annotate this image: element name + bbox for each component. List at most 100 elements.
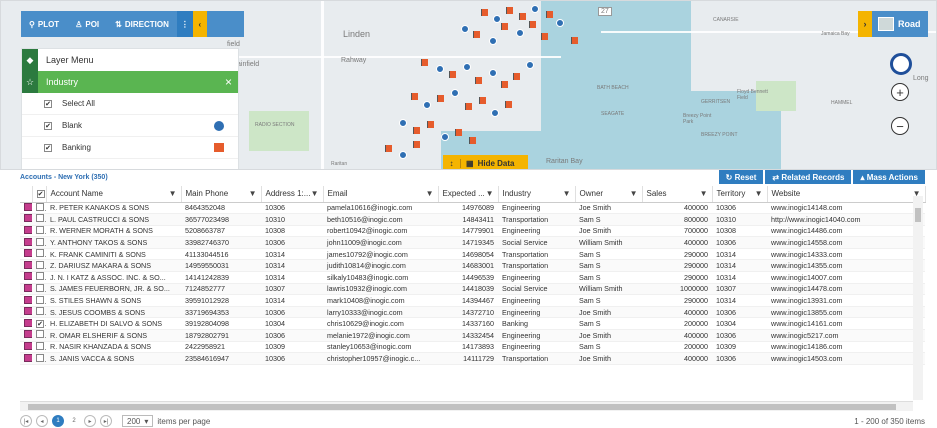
column-header[interactable]: ▼ Address 1:... xyxy=(261,186,324,203)
flag-marker-icon[interactable] xyxy=(519,13,526,20)
row-checkbox[interactable] xyxy=(36,330,44,339)
star-marker-icon[interactable] xyxy=(436,65,444,73)
star-marker-icon[interactable] xyxy=(461,25,469,33)
filter-icon[interactable]: ▼ xyxy=(426,189,434,198)
record-icon[interactable] xyxy=(24,318,32,327)
table-row[interactable]: Z. DARIUSZ MAKARA & SONS 14959550031 10314… xyxy=(20,259,925,273)
column-header[interactable]: ▼ Main Phone xyxy=(181,186,262,203)
table-row[interactable]: R. PETER KANAKOS & SONS 8464352048 10306 pa… xyxy=(20,202,925,215)
column-header[interactable]: ▼ Expected ... xyxy=(438,186,499,203)
zoom-out-button[interactable]: − xyxy=(891,117,909,135)
table-row[interactable]: S. JANIS VACCA & SONS 23584616947 10306 chr… xyxy=(20,352,925,365)
table-row[interactable]: J. N. I KATZ & ASSOC. INC. & SO... 141412… xyxy=(20,271,925,284)
star-marker-icon[interactable] xyxy=(399,151,407,159)
page-1-button[interactable]: 1 xyxy=(52,415,64,427)
record-icon[interactable] xyxy=(24,272,32,281)
flag-marker-icon[interactable] xyxy=(506,7,513,14)
first-page-button[interactable]: |◂ xyxy=(20,415,32,427)
record-icon[interactable] xyxy=(24,353,32,362)
record-icon[interactable] xyxy=(24,237,32,246)
flag-marker-icon[interactable] xyxy=(427,121,434,128)
flag-marker-icon[interactable] xyxy=(411,93,418,100)
record-icon[interactable] xyxy=(24,307,32,316)
table-row[interactable]: L. PAUL CASTRUCCI & SONS 36577023498 10310… xyxy=(20,213,925,226)
layer-menu-header[interactable]: ◆ Layer Menu xyxy=(22,49,238,71)
star-marker-icon[interactable] xyxy=(441,133,449,141)
related-records-button[interactable]: ⇄ Related Records xyxy=(765,170,852,184)
direction-button[interactable]: ⇅ DIRECTION xyxy=(107,11,177,37)
flag-marker-icon[interactable] xyxy=(421,59,428,66)
flag-marker-icon[interactable] xyxy=(513,73,520,80)
row-checkbox[interactable] xyxy=(36,214,44,223)
collapse-toolbar-button[interactable]: ‹ xyxy=(192,11,207,37)
flag-marker-icon[interactable] xyxy=(501,23,508,30)
table-row[interactable]: S. JESUS COOMBS & SONS 33719694353 10306 la… xyxy=(20,306,925,319)
layer-item-blank[interactable]: ✔ Blank xyxy=(22,115,238,137)
row-checkbox[interactable]: ✔ xyxy=(36,320,44,329)
poi-button[interactable]: ♙ POI xyxy=(67,11,107,37)
star-marker-icon[interactable] xyxy=(489,69,497,77)
blank-checkbox[interactable]: ✔ xyxy=(44,121,52,130)
map-canvas[interactable]: Linden Rahway field ainfield RADIO SECTI… xyxy=(0,0,937,170)
star-marker-icon[interactable] xyxy=(493,15,501,23)
record-icon[interactable] xyxy=(24,295,32,304)
vertical-scrollbar[interactable] xyxy=(913,196,923,400)
table-row[interactable]: R. OMAR ELSHERIF & SONS 18792802791 10306 m… xyxy=(20,329,925,342)
filter-icon[interactable]: ▼ xyxy=(563,189,571,198)
flag-marker-icon[interactable] xyxy=(571,37,578,44)
row-checkbox[interactable] xyxy=(36,272,44,281)
zoom-in-button[interactable]: + xyxy=(891,83,909,101)
table-row[interactable]: S. JAMES FEUERBORN, JR. & SO... 712485277… xyxy=(20,283,925,296)
filter-icon[interactable]: ▼ xyxy=(700,189,708,198)
star-marker-icon[interactable] xyxy=(531,5,539,13)
flag-marker-icon[interactable] xyxy=(449,71,456,78)
flag-marker-icon[interactable] xyxy=(546,11,553,18)
table-row[interactable]: S. STILES SHAWN & SONS 39591012928 10314 ma… xyxy=(20,294,925,307)
column-header[interactable]: ▼ Owner xyxy=(575,186,643,203)
record-icon[interactable] xyxy=(24,341,32,350)
table-row[interactable]: R. WERNER MORATH & SONS 5208663787 10308 ro… xyxy=(20,225,925,238)
flag-marker-icon[interactable] xyxy=(501,81,508,88)
star-marker-icon[interactable] xyxy=(491,109,499,117)
flag-marker-icon[interactable] xyxy=(455,129,462,136)
plot-button[interactable]: ⚲ PLOT xyxy=(21,11,67,37)
star-marker-icon[interactable] xyxy=(451,89,459,97)
filter-icon[interactable]: ▼ xyxy=(169,189,177,198)
star-marker-icon[interactable] xyxy=(423,101,431,109)
row-checkbox[interactable] xyxy=(36,283,44,292)
filter-icon[interactable]: ▼ xyxy=(311,189,319,198)
industry-layer-header[interactable]: ☆ Industry × xyxy=(22,71,238,93)
record-icon[interactable] xyxy=(24,225,32,234)
column-header[interactable]: ▼ Email xyxy=(323,186,439,203)
filter-icon[interactable]: ▼ xyxy=(249,189,257,198)
star-marker-icon[interactable] xyxy=(556,19,564,27)
select-all-checkbox[interactable]: ✔ xyxy=(44,99,52,108)
flag-marker-icon[interactable] xyxy=(529,21,536,28)
star-marker-icon[interactable] xyxy=(463,63,471,71)
page-2-button[interactable]: 2 xyxy=(68,415,80,427)
record-icon[interactable] xyxy=(24,330,32,339)
record-icon[interactable] xyxy=(24,283,32,292)
flag-marker-icon[interactable] xyxy=(385,145,392,152)
star-marker-icon[interactable] xyxy=(516,29,524,37)
row-checkbox[interactable] xyxy=(36,237,44,246)
table-row[interactable]: K. FRANK CAMINITI & SONS 41133044516 10314… xyxy=(20,248,925,261)
filter-icon[interactable]: ▼ xyxy=(755,189,763,198)
flag-marker-icon[interactable] xyxy=(469,137,476,144)
star-marker-icon[interactable] xyxy=(399,119,407,127)
layer-item-select-all[interactable]: ✔ Select All xyxy=(22,93,238,115)
close-icon[interactable]: × xyxy=(225,75,232,89)
row-checkbox[interactable] xyxy=(36,295,44,304)
row-checkbox[interactable] xyxy=(36,260,44,269)
table-row[interactable]: ✔ H. ELIZABETH DI SALVO & SONS 39192804098… xyxy=(20,317,925,331)
column-header[interactable]: ▼ Territory xyxy=(712,186,768,203)
banking-checkbox[interactable]: ✔ xyxy=(44,143,52,152)
flag-marker-icon[interactable] xyxy=(481,9,488,16)
star-marker-icon[interactable] xyxy=(526,61,534,69)
flag-marker-icon[interactable] xyxy=(465,103,472,110)
flag-marker-icon[interactable] xyxy=(541,33,548,40)
star-marker-icon[interactable] xyxy=(489,37,497,45)
mass-actions-button[interactable]: ▴ Mass Actions xyxy=(853,170,925,184)
flag-marker-icon[interactable] xyxy=(475,77,482,84)
row-checkbox[interactable] xyxy=(36,225,44,234)
